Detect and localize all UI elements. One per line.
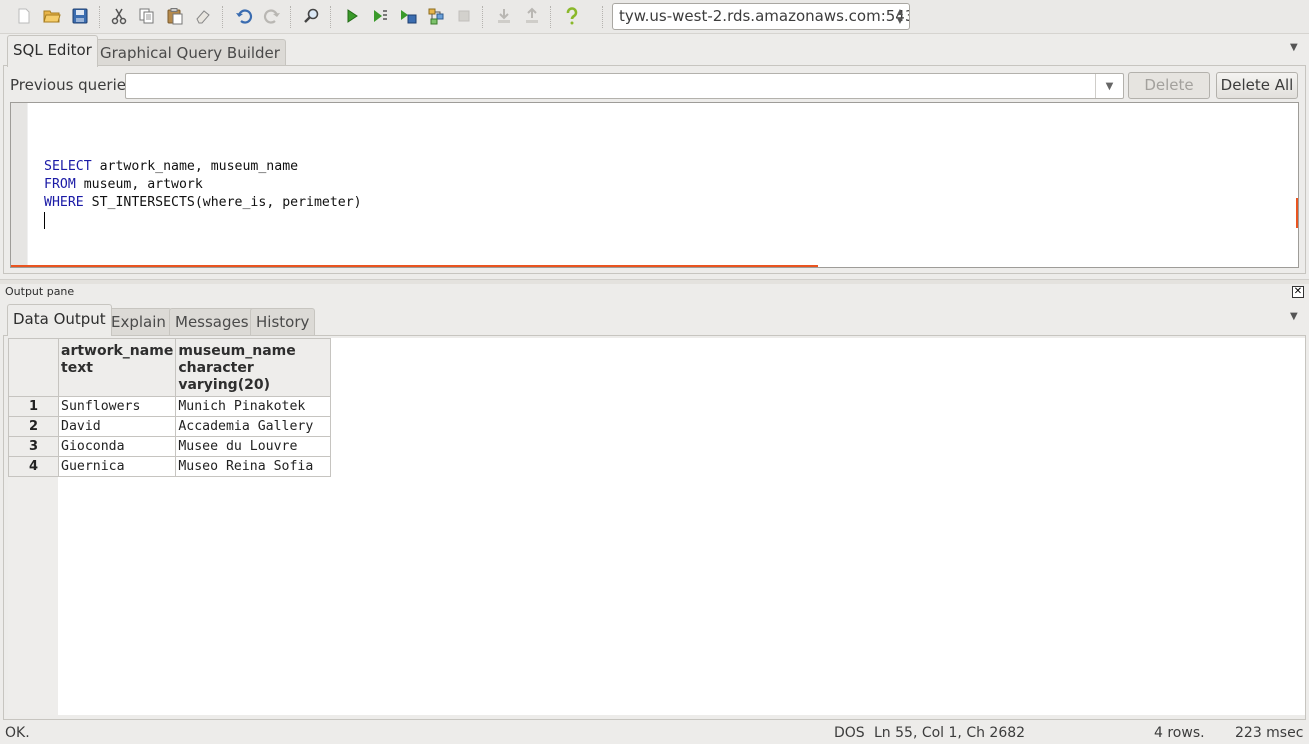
notebook-menu-icon[interactable]: ▼ bbox=[1290, 311, 1298, 322]
undo-icon[interactable] bbox=[232, 4, 256, 28]
tab-graphical-query-builder[interactable]: Graphical Query Builder bbox=[94, 39, 286, 65]
status-bar: OK. DOS Ln 55, Col 1, Ch 2682 4 rows. 22… bbox=[0, 722, 1309, 744]
execute-icon[interactable] bbox=[340, 4, 364, 28]
paste-icon[interactable] bbox=[163, 4, 187, 28]
column-header-museum-name[interactable]: museum_name character varying(20) bbox=[175, 338, 332, 397]
table-row[interactable]: 4 Guernica Museo Reina Sofia bbox=[8, 456, 332, 477]
table-cell[interactable]: Sunflowers bbox=[57, 396, 177, 417]
editor-margin bbox=[27, 103, 28, 267]
server-combo-value: tyw.us-west-2.rds.amazonaws.com:5432 bbox=[619, 7, 910, 25]
toolbar-separator bbox=[550, 6, 551, 28]
toolbar-separator bbox=[482, 6, 483, 28]
text-caret bbox=[44, 212, 45, 229]
sql-editor[interactable]: SELECT artwork_name, museum_name FROM mus… bbox=[10, 102, 1299, 268]
export-icon[interactable] bbox=[492, 4, 516, 28]
find-icon[interactable] bbox=[300, 4, 324, 28]
row-number[interactable]: 2 bbox=[8, 416, 59, 437]
new-file-icon[interactable] bbox=[12, 4, 36, 28]
chevron-down-icon[interactable]: ▼ bbox=[1095, 74, 1123, 98]
previous-queries-label: Previous queries bbox=[10, 76, 134, 94]
code-line: WHERE ST_INTERSECTS(where_is, perimeter) bbox=[44, 194, 362, 212]
execute-pgscript-icon[interactable] bbox=[368, 4, 392, 28]
notebook-menu-icon[interactable]: ▼ bbox=[1290, 42, 1298, 53]
column-header-artwork-name[interactable]: artwork_name text bbox=[57, 338, 177, 397]
editor-scroll-indicator bbox=[11, 265, 818, 267]
open-file-icon[interactable] bbox=[40, 4, 64, 28]
table-cell[interactable]: Musee du Louvre bbox=[175, 436, 332, 457]
toolbar-separator bbox=[290, 6, 291, 28]
help-icon[interactable] bbox=[560, 4, 584, 28]
tab-data-output[interactable]: Data Output bbox=[7, 304, 112, 336]
tab-label: Messages bbox=[175, 313, 249, 331]
row-number[interactable]: 3 bbox=[8, 436, 59, 457]
previous-queries-combo[interactable]: ▼ bbox=[125, 73, 1124, 99]
sql-text: museum, artwork bbox=[75, 177, 203, 192]
tab-sql-editor[interactable]: SQL Editor bbox=[7, 35, 98, 67]
tab-label: SQL Editor bbox=[13, 41, 92, 59]
table-row[interactable]: 2 David Accademia Gallery bbox=[8, 416, 332, 437]
toolbar-separator bbox=[222, 6, 223, 28]
status-row-count: 4 rows. bbox=[1154, 725, 1205, 741]
grid-corner[interactable] bbox=[8, 338, 59, 397]
editor-gutter bbox=[11, 103, 27, 267]
tab-label: Graphical Query Builder bbox=[100, 44, 280, 62]
tab-label: History bbox=[256, 313, 310, 331]
spinner-arrows-icon[interactable]: ▲ ▼ bbox=[897, 7, 903, 25]
result-table[interactable]: artwork_name text museum_name character va… bbox=[8, 338, 332, 477]
main-toolbar: tyw.us-west-2.rds.amazonaws.com:5432 ▲ ▼ bbox=[0, 0, 1309, 34]
sql-keyword: SELECT bbox=[44, 159, 92, 174]
header-row: artwork_name text museum_name character va… bbox=[8, 338, 332, 397]
sql-code[interactable]: SELECT artwork_name, museum_name FROM mus… bbox=[44, 158, 362, 212]
toolbar-separator bbox=[602, 6, 603, 28]
tab-explain[interactable]: Explain bbox=[105, 308, 172, 335]
tab-label: Explain bbox=[111, 313, 166, 331]
cancel-query-icon[interactable] bbox=[452, 4, 476, 28]
redo-icon[interactable] bbox=[260, 4, 284, 28]
explain-icon[interactable] bbox=[424, 4, 448, 28]
column-type: character varying(20) bbox=[178, 360, 270, 393]
close-icon[interactable]: ✕ bbox=[1292, 286, 1304, 298]
delete-button[interactable]: Delete bbox=[1128, 72, 1210, 99]
output-pane-title: Output pane bbox=[5, 285, 75, 298]
row-number[interactable]: 4 bbox=[8, 456, 59, 477]
delete-all-button[interactable]: Delete All bbox=[1216, 72, 1298, 99]
status-line-ending: DOS bbox=[834, 725, 865, 741]
table-cell[interactable]: David bbox=[57, 416, 177, 437]
toolbar-separator bbox=[330, 6, 331, 28]
status-cursor-position: Ln 55, Col 1, Ch 2682 bbox=[874, 725, 1026, 741]
tab-label: Data Output bbox=[13, 310, 106, 328]
row-number[interactable]: 1 bbox=[8, 396, 59, 417]
column-type: text bbox=[61, 360, 93, 376]
execute-to-file-icon[interactable] bbox=[396, 4, 420, 28]
table-cell[interactable]: Museo Reina Sofia bbox=[175, 456, 332, 477]
table-cell[interactable]: Munich Pinakotek bbox=[175, 396, 332, 417]
clear-icon[interactable] bbox=[191, 4, 215, 28]
column-name: museum_name bbox=[178, 343, 296, 359]
sql-keyword: WHERE bbox=[44, 195, 84, 210]
sql-keyword: FROM bbox=[44, 177, 76, 192]
tab-messages[interactable]: Messages bbox=[169, 308, 255, 335]
server-combo[interactable]: tyw.us-west-2.rds.amazonaws.com:5432 ▲ ▼ bbox=[612, 3, 910, 30]
code-line: SELECT artwork_name, museum_name bbox=[44, 158, 362, 176]
table-cell[interactable]: Accademia Gallery bbox=[175, 416, 332, 437]
tab-history[interactable]: History bbox=[250, 308, 316, 335]
save-file-icon[interactable] bbox=[68, 4, 92, 28]
status-exec-time: 223 msec bbox=[1235, 725, 1304, 741]
sql-text: ST_INTERSECTS(where_is, perimeter) bbox=[83, 195, 362, 210]
cut-icon[interactable] bbox=[107, 4, 131, 28]
table-cell[interactable]: Gioconda bbox=[57, 436, 177, 457]
status-message: OK. bbox=[5, 725, 30, 741]
sql-text: artwork_name, museum_name bbox=[91, 159, 299, 174]
table-row[interactable]: 3 Gioconda Musee du Louvre bbox=[8, 436, 332, 457]
column-name: artwork_name bbox=[61, 343, 174, 359]
copy-icon[interactable] bbox=[135, 4, 159, 28]
code-line: FROM museum, artwork bbox=[44, 176, 362, 194]
toolbar-separator bbox=[99, 6, 100, 28]
editor-edge-marker bbox=[1296, 198, 1298, 228]
table-row[interactable]: 1 Sunflowers Munich Pinakotek bbox=[8, 396, 332, 417]
table-cell[interactable]: Guernica bbox=[57, 456, 177, 477]
import-icon[interactable] bbox=[520, 4, 544, 28]
